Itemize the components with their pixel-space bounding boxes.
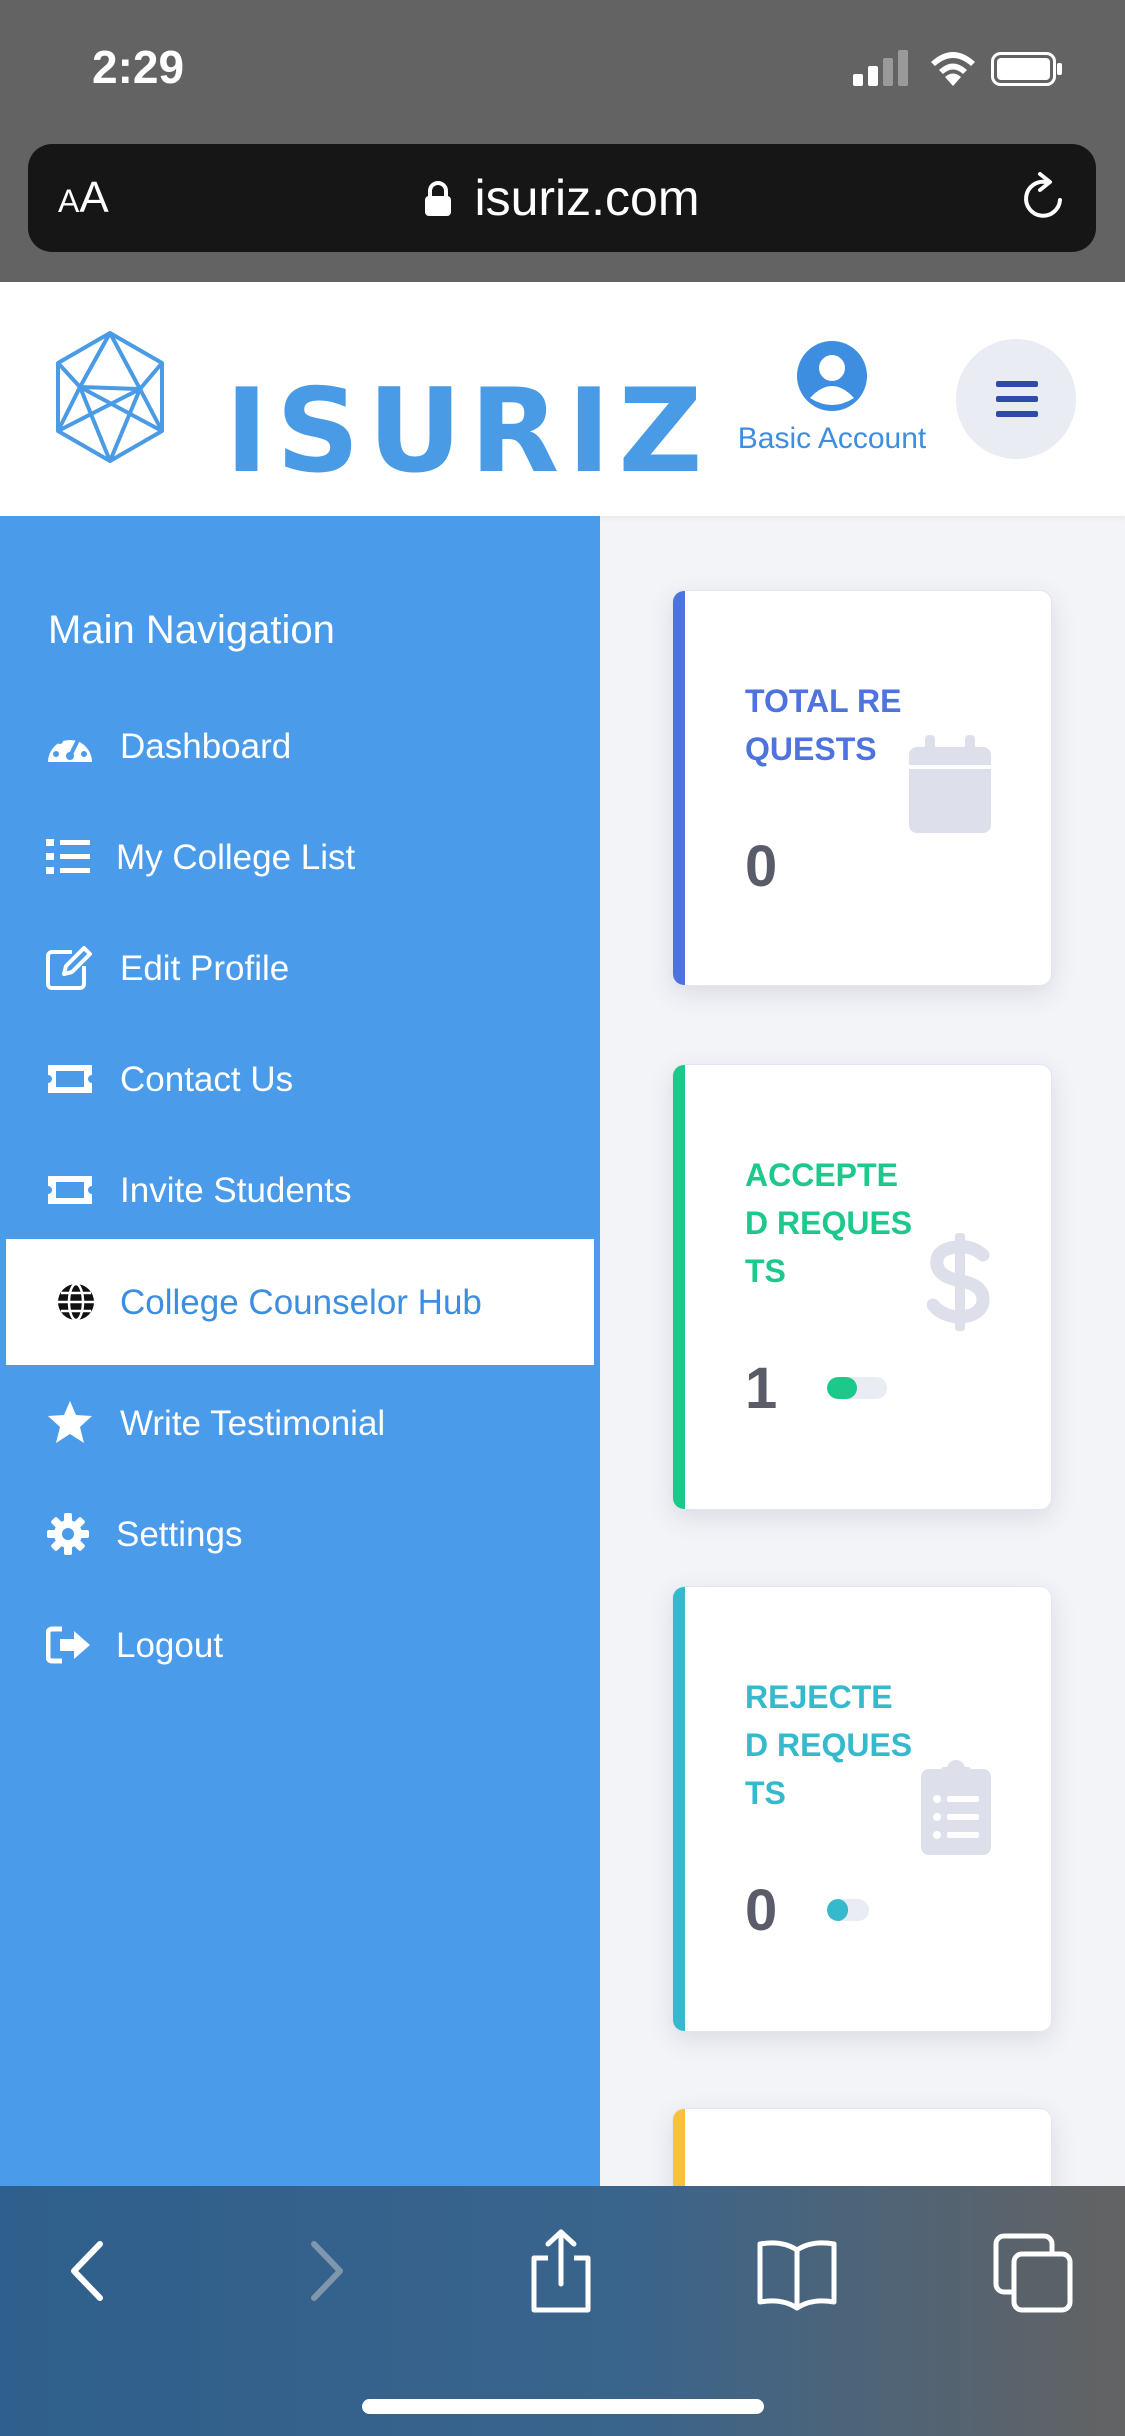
- back-arrow-icon[interactable]: [42, 2226, 132, 2316]
- lock-icon: [425, 181, 452, 216]
- sidebar-item-logout[interactable]: Logout: [0, 1595, 600, 1695]
- progress-fill: [827, 1899, 848, 1921]
- stat-card-rejected-requests[interactable]: REJECTED REQUESTS 0: [672, 1586, 1052, 2032]
- sidebar-item-label: Contact Us: [120, 1060, 294, 1099]
- bookmarks-icon[interactable]: [752, 2226, 842, 2316]
- card-title: ACCEPTED REQUESTS: [745, 1157, 913, 1289]
- card-accent: [673, 1587, 685, 2031]
- wifi-icon: [931, 52, 975, 86]
- isuriz-logo[interactable]: ISURIZ: [50, 327, 703, 490]
- rejected-progress-bar: [827, 1899, 869, 1921]
- sidebar-item-invite-students[interactable]: Invite Students: [0, 1140, 600, 1240]
- account-menu[interactable]: Basic Account: [736, 340, 928, 456]
- browser-address-area: AA isuriz.com: [0, 140, 1125, 282]
- tabs-icon[interactable]: [990, 2226, 1080, 2316]
- gear-icon: [47, 1513, 89, 1555]
- signal-icon: [853, 50, 908, 86]
- url-text: isuriz.com: [474, 170, 700, 226]
- card-value: 0: [745, 834, 778, 899]
- accepted-progress-bar: [827, 1377, 887, 1399]
- globe-icon: [58, 1282, 94, 1322]
- edit-icon: [46, 946, 92, 990]
- logo-mark-icon: [56, 331, 164, 463]
- sidebar-item-write-testimonial[interactable]: Write Testimonial: [0, 1373, 600, 1473]
- progress-fill: [827, 1377, 857, 1399]
- card-accent: [673, 591, 685, 985]
- card-title: REJECTED REQUESTS: [745, 1679, 913, 1811]
- sidebar-item-label: Dashboard: [120, 727, 292, 766]
- sidebar-item-settings[interactable]: Settings: [0, 1484, 600, 1584]
- status-time: 2:29: [92, 41, 185, 93]
- sidebar-item-label: Invite Students: [120, 1171, 352, 1210]
- hamburger-line: [996, 411, 1038, 417]
- calendar-icon: [909, 735, 991, 833]
- dollar-icon: [927, 1233, 990, 1331]
- logo-text: ISURIZ: [225, 364, 711, 499]
- sidebar-item-label: College Counselor Hub: [120, 1283, 482, 1322]
- sidebar-item-label: Write Testimonial: [120, 1404, 386, 1443]
- clipboard-icon: [921, 1760, 991, 1855]
- reload-icon[interactable]: [1016, 170, 1072, 226]
- sidebar-item-dashboard[interactable]: Dashboard: [0, 696, 600, 796]
- address-bar[interactable]: AA isuriz.com: [28, 144, 1096, 252]
- site-header: ISURIZ Basic Account: [0, 282, 1125, 516]
- sidebar-item-edit-profile[interactable]: Edit Profile: [0, 918, 600, 1018]
- card-accent: [673, 1065, 685, 1509]
- sidebar: Main Navigation Dashboard My College Lis…: [0, 516, 600, 2186]
- home-indicator: [362, 2399, 764, 2414]
- status-bar: 2:29: [0, 0, 1125, 140]
- sidebar-item-label: Logout: [116, 1626, 224, 1665]
- forward-arrow-icon[interactable]: [282, 2226, 372, 2316]
- url-display[interactable]: isuriz.com: [28, 170, 1096, 226]
- list-icon: [46, 839, 90, 874]
- account-label: Basic Account: [737, 422, 927, 455]
- card-title: TOTAL REQUESTS: [745, 683, 902, 767]
- card-value: 0: [745, 1878, 778, 1943]
- nav-heading: Main Navigation: [48, 608, 335, 652]
- sidebar-item-contact-us[interactable]: Contact Us: [0, 1029, 600, 1129]
- hamburger-menu-button[interactable]: [956, 339, 1076, 459]
- battery-icon: [991, 52, 1062, 86]
- ticket-icon: [48, 1065, 92, 1093]
- user-avatar-icon: [797, 341, 867, 411]
- sidebar-item-label: Settings: [116, 1515, 243, 1554]
- sign-out-icon: [46, 1626, 90, 1664]
- sidebar-item-label: Edit Profile: [120, 949, 290, 988]
- ticket-icon: [48, 1176, 92, 1204]
- hamburger-line: [996, 396, 1038, 402]
- card-value: 1: [745, 1356, 778, 1421]
- star-icon: [48, 1401, 92, 1443]
- sidebar-item-college-counselor-hub[interactable]: College Counselor Hub: [6, 1239, 594, 1365]
- tachometer-icon: [48, 732, 92, 762]
- stat-card-accepted-requests[interactable]: ACCEPTED REQUESTS 1: [672, 1064, 1052, 1510]
- sidebar-item-label: My College List: [116, 838, 356, 877]
- browser-toolbar: [0, 2186, 1125, 2436]
- sidebar-item-my-college-list[interactable]: My College List: [0, 807, 600, 907]
- status-icons: [853, 48, 1083, 88]
- share-icon[interactable]: [516, 2226, 606, 2316]
- hamburger-line: [996, 381, 1038, 387]
- stat-card-total-requests[interactable]: TOTAL REQUESTS 0: [672, 590, 1052, 986]
